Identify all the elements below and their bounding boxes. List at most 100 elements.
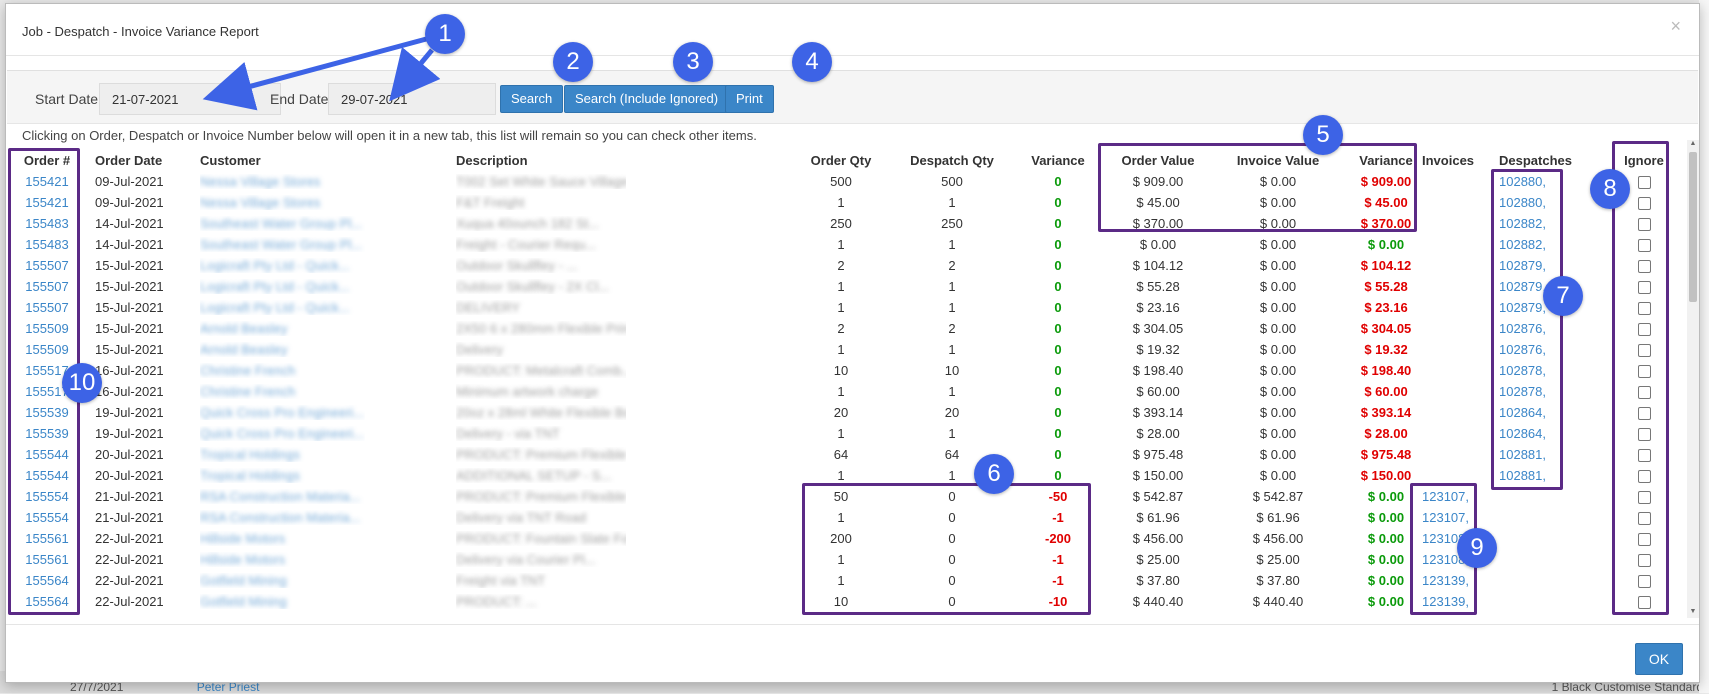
customer-link[interactable]: Nessa Village Stores: [200, 174, 365, 189]
order-link[interactable]: 155507: [22, 300, 72, 315]
order-link[interactable]: 155509: [22, 321, 72, 336]
despatch-link[interactable]: 102881,: [1499, 468, 1579, 483]
despatch-link[interactable]: 102878,: [1499, 384, 1579, 399]
customer-link[interactable]: Hillside Motors: [200, 531, 365, 546]
order-link[interactable]: 155517: [22, 363, 72, 378]
ignore-checkbox[interactable]: [1637, 323, 1651, 337]
scroll-thumb[interactable]: [1689, 152, 1697, 302]
ignore-checkbox[interactable]: [1637, 512, 1651, 526]
ignore-checkbox[interactable]: [1637, 428, 1651, 442]
order-link[interactable]: 155509: [22, 342, 72, 357]
customer-link[interactable]: Gotfield Mining: [200, 573, 365, 588]
ignore-checkbox[interactable]: [1637, 449, 1651, 463]
order-link[interactable]: 155564: [22, 594, 72, 609]
customer-link[interactable]: Nessa Village Stores: [200, 195, 365, 210]
order-link[interactable]: 155517: [22, 384, 72, 399]
order-link[interactable]: 155554: [22, 489, 72, 504]
ignore-checkbox[interactable]: [1637, 491, 1651, 505]
customer-link[interactable]: Arnold Beasley: [200, 321, 365, 336]
customer-link[interactable]: RSA Construction Materia...: [200, 489, 365, 504]
despatch-link[interactable]: 102880,: [1499, 174, 1579, 189]
search-button[interactable]: Search: [500, 85, 564, 113]
order-date-cell: 15-Jul-2021: [95, 258, 164, 273]
header-order-value: Order Value: [1121, 153, 1195, 168]
order-link[interactable]: 155507: [22, 279, 72, 294]
ignore-cell: [1619, 237, 1669, 253]
despatch-link[interactable]: 102880,: [1499, 195, 1579, 210]
ignore-checkbox[interactable]: [1637, 197, 1651, 211]
invoice-link[interactable]: 123139,: [1422, 594, 1484, 609]
ignore-checkbox[interactable]: [1637, 176, 1651, 190]
header-invoice-value: Invoice Value: [1236, 153, 1320, 168]
despatch-link[interactable]: 102864,: [1499, 426, 1579, 441]
ignore-checkbox[interactable]: [1637, 554, 1651, 568]
order-link[interactable]: 155561: [22, 552, 72, 567]
despatch-link[interactable]: 102882,: [1499, 237, 1579, 252]
ignore-checkbox[interactable]: [1637, 281, 1651, 295]
ignore-checkbox[interactable]: [1637, 407, 1651, 421]
ignore-checkbox[interactable]: [1637, 260, 1651, 274]
despatch-link[interactable]: 102881,: [1499, 447, 1579, 462]
order-link[interactable]: 155544: [22, 468, 72, 483]
invoice-link[interactable]: 123107,: [1422, 489, 1484, 504]
end-date-input[interactable]: [328, 83, 496, 115]
customer-link[interactable]: Southeast Water Group Pl...: [200, 237, 365, 252]
customer-link[interactable]: Arnold Beasley: [200, 342, 365, 357]
order-link[interactable]: 155539: [22, 426, 72, 441]
ignore-checkbox[interactable]: [1637, 596, 1651, 610]
customer-link[interactable]: Logicraft Pty Ltd - Quick...: [200, 300, 365, 315]
ignore-checkbox[interactable]: [1637, 533, 1651, 547]
customer-link[interactable]: RSA Construction Materia...: [200, 510, 365, 525]
start-date-input[interactable]: [99, 83, 281, 115]
customer-link[interactable]: Christine French: [200, 384, 365, 399]
order-link[interactable]: 155421: [22, 195, 72, 210]
invoice-link[interactable]: 123107,: [1422, 510, 1484, 525]
invoice-link[interactable]: 123108,: [1422, 552, 1484, 567]
despatch-link[interactable]: 102876,: [1499, 321, 1579, 336]
ignore-checkbox[interactable]: [1637, 344, 1651, 358]
invoice-link[interactable]: 123108,: [1422, 531, 1484, 546]
order-link[interactable]: 155421: [22, 174, 72, 189]
scroll-up-arrow-icon[interactable]: ▲: [1687, 140, 1699, 150]
despatch-link[interactable]: 102879,: [1499, 258, 1579, 273]
despatch-link[interactable]: 102879,: [1499, 279, 1579, 294]
customer-link[interactable]: Hillside Motors: [200, 552, 365, 567]
order-link[interactable]: 155483: [22, 216, 72, 231]
order-link[interactable]: 155507: [22, 258, 72, 273]
customer-link[interactable]: Quick Cross Pro Engineeri...: [200, 426, 365, 441]
ignore-checkbox[interactable]: [1637, 470, 1651, 484]
ignore-checkbox[interactable]: [1637, 575, 1651, 589]
order-date-cell: 15-Jul-2021: [95, 300, 164, 315]
ignore-checkbox[interactable]: [1637, 218, 1651, 232]
customer-link[interactable]: Southeast Water Group Pl...: [200, 216, 365, 231]
customer-link[interactable]: Quick Cross Pro Engineeri...: [200, 405, 365, 420]
customer-link[interactable]: Gotfield Mining: [200, 594, 365, 609]
invoice-link[interactable]: 123139,: [1422, 573, 1484, 588]
despatch-link[interactable]: 102876,: [1499, 342, 1579, 357]
ok-button[interactable]: OK: [1635, 643, 1683, 675]
ignore-checkbox[interactable]: [1637, 239, 1651, 253]
ignore-checkbox[interactable]: [1637, 302, 1651, 316]
ignore-checkbox[interactable]: [1637, 365, 1651, 379]
order-link[interactable]: 155561: [22, 531, 72, 546]
despatch-link[interactable]: 102864,: [1499, 405, 1579, 420]
customer-link[interactable]: Logicraft Pty Ltd - Quick...: [200, 279, 365, 294]
close-icon[interactable]: ×: [1670, 16, 1681, 37]
order-link[interactable]: 155564: [22, 573, 72, 588]
customer-link[interactable]: Tropical Holdings: [200, 468, 365, 483]
despatch-link[interactable]: 102879,: [1499, 300, 1579, 315]
order-link[interactable]: 155539: [22, 405, 72, 420]
order-link[interactable]: 155483: [22, 237, 72, 252]
order-link[interactable]: 155554: [22, 510, 72, 525]
ignore-checkbox[interactable]: [1637, 386, 1651, 400]
print-button[interactable]: Print: [725, 85, 774, 113]
scroll-down-arrow-icon[interactable]: ▼: [1687, 608, 1699, 618]
customer-link[interactable]: Christine French: [200, 363, 365, 378]
despatch-link[interactable]: 102882,: [1499, 216, 1579, 231]
customer-link[interactable]: Tropical Holdings: [200, 447, 365, 462]
table-scrollbar[interactable]: ▲ ▼: [1687, 140, 1699, 618]
despatch-link[interactable]: 102878,: [1499, 363, 1579, 378]
order-link[interactable]: 155544: [22, 447, 72, 462]
customer-link[interactable]: Logicraft Pty Ltd - Quick...: [200, 258, 365, 273]
search-include-ignored-button[interactable]: Search (Include Ignored): [564, 85, 730, 113]
